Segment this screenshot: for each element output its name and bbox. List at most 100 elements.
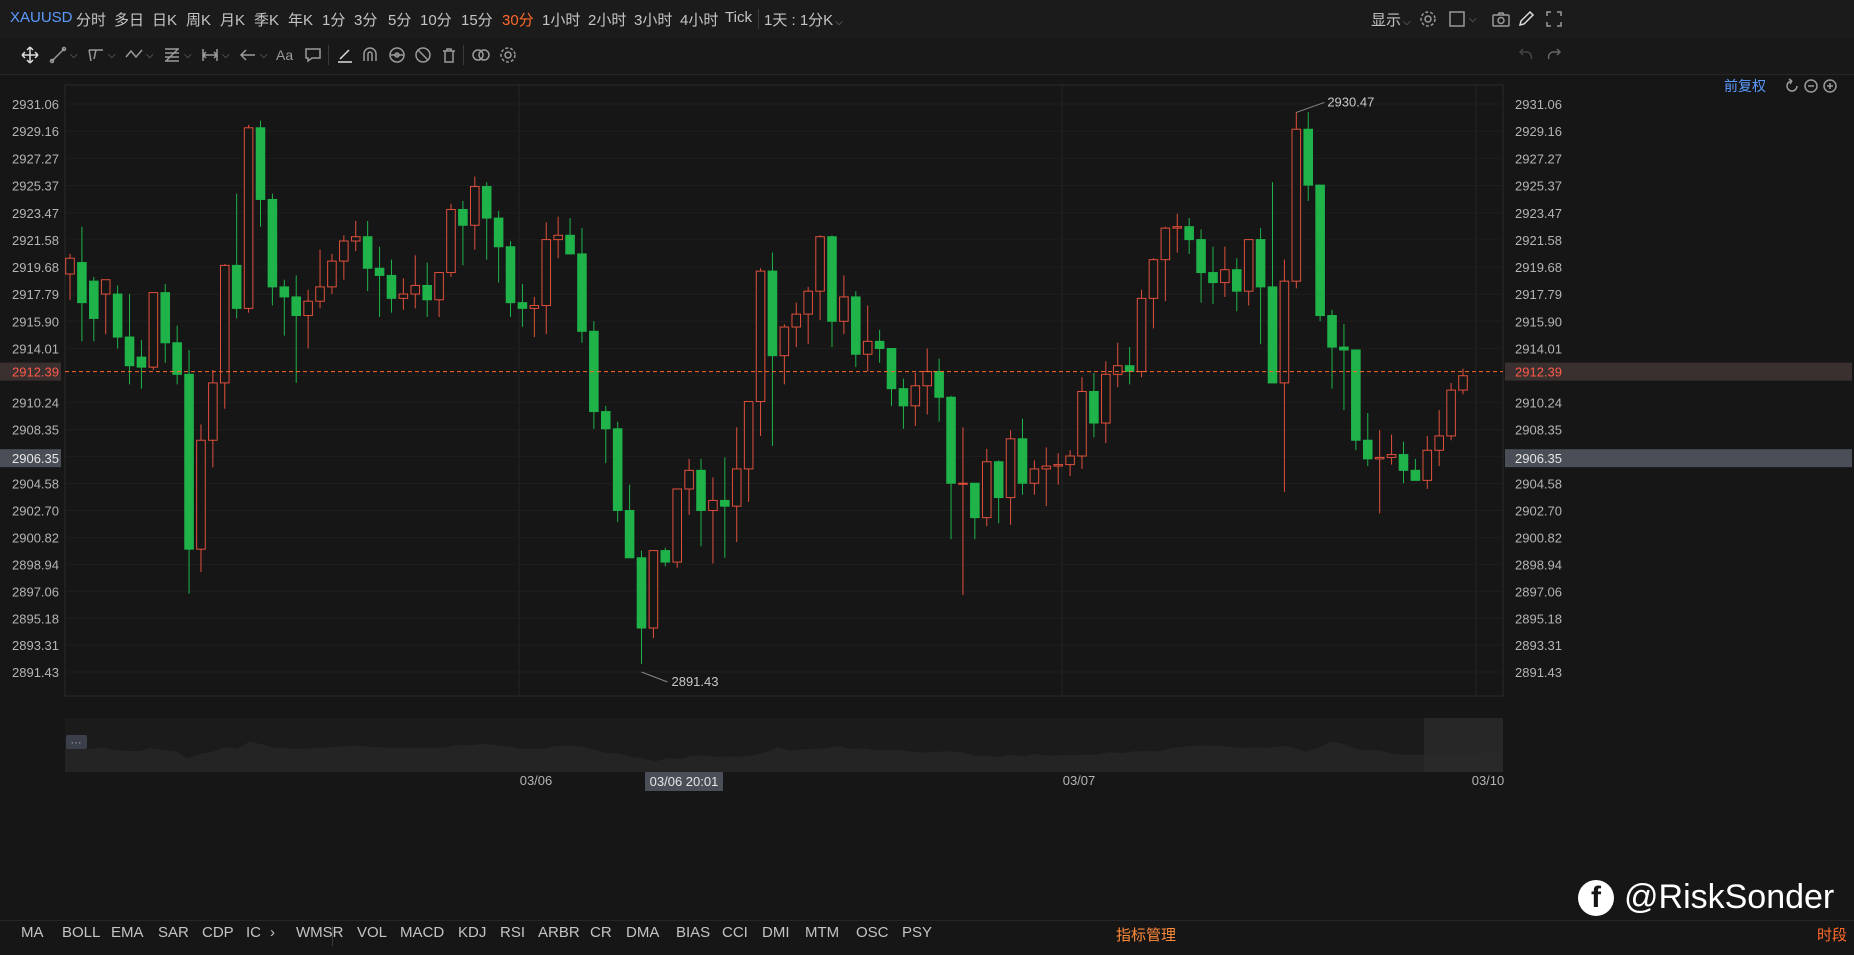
candle[interactable] bbox=[446, 203, 456, 277]
indicator-tab[interactable]: VOL bbox=[357, 924, 387, 941]
candle-body bbox=[886, 348, 897, 390]
fullscreen-icon[interactable] bbox=[1544, 6, 1564, 32]
pen-icon[interactable] bbox=[335, 42, 355, 68]
display-dropdown[interactable]: 显示 ⌵ bbox=[1371, 9, 1411, 30]
fib-icon[interactable]: ⌵ bbox=[162, 42, 192, 68]
timeframe-tab[interactable]: 15分 bbox=[461, 9, 493, 30]
timeframe-tab[interactable]: 4小时 bbox=[680, 9, 718, 30]
candle-body bbox=[672, 488, 682, 563]
candle[interactable] bbox=[1291, 112, 1302, 289]
settings-icon[interactable] bbox=[498, 42, 518, 68]
indicator-tab[interactable]: MTM bbox=[805, 924, 839, 941]
divider bbox=[328, 45, 329, 65]
indicator-tab[interactable]: MA bbox=[21, 924, 44, 941]
candle[interactable] bbox=[648, 550, 659, 639]
timeframe-tab[interactable]: 2小时 bbox=[588, 9, 626, 30]
trash-icon[interactable] bbox=[439, 42, 459, 68]
candle[interactable] bbox=[1446, 382, 1456, 441]
undo-icon[interactable] bbox=[1516, 42, 1536, 68]
indicator-tab[interactable]: WMSR bbox=[296, 924, 344, 941]
indicator-manage-button[interactable]: 指标管理 bbox=[1116, 924, 1176, 945]
timeframe-tab[interactable]: 3小时 bbox=[634, 9, 672, 30]
timeframe-tab[interactable]: 1分 bbox=[322, 9, 345, 30]
candlestick-chart[interactable]: 2931.06 2931.06 2929.16 2929.16 2927.27 2927.… bbox=[0, 74, 1854, 920]
candle-body bbox=[1410, 469, 1421, 481]
divider bbox=[332, 926, 333, 946]
indicator-tab[interactable]: MACD bbox=[400, 924, 444, 941]
timeframe-tab[interactable]: 年K bbox=[288, 9, 313, 30]
indicator-tab[interactable]: RSI bbox=[500, 924, 525, 941]
magnet-icon[interactable] bbox=[360, 42, 380, 68]
candle-body bbox=[89, 280, 99, 319]
candle[interactable] bbox=[243, 124, 254, 313]
move-icon[interactable] bbox=[20, 42, 40, 68]
layout-icon[interactable]: ⌵ bbox=[1447, 6, 1477, 32]
candle-body bbox=[505, 246, 516, 304]
measure-icon[interactable]: ⌵ bbox=[200, 42, 230, 68]
timeframe-tab[interactable]: 分时 bbox=[76, 9, 106, 30]
redo-icon[interactable] bbox=[1544, 42, 1564, 68]
link-icon[interactable] bbox=[470, 42, 492, 68]
indicator-tab[interactable]: PSY bbox=[902, 924, 932, 941]
timeframe-tab[interactable]: 10分 bbox=[420, 9, 452, 30]
line-icon[interactable]: ⌵ bbox=[48, 42, 78, 68]
timeframe-tab[interactable]: 30分 bbox=[502, 9, 534, 30]
navigator-window[interactable] bbox=[1424, 718, 1503, 772]
y-tick-label-left: 2923.47 bbox=[12, 206, 59, 221]
kline-combo-select[interactable]: 1天 : 1分K ⌵ bbox=[764, 9, 843, 30]
candle-body bbox=[803, 290, 813, 315]
candle-body bbox=[1101, 373, 1111, 424]
indicator-tab[interactable]: SAR bbox=[158, 924, 189, 941]
symbol-label[interactable]: XAUUSD bbox=[10, 9, 73, 26]
channel-icon[interactable]: ⌵ bbox=[86, 42, 116, 68]
hide-icon[interactable] bbox=[413, 42, 433, 68]
indicator-tab[interactable]: CCI bbox=[722, 924, 748, 941]
candle[interactable] bbox=[148, 292, 159, 371]
pencil-icon[interactable] bbox=[1516, 6, 1536, 32]
y-tick-label-left: 2927.27 bbox=[12, 151, 59, 166]
indicator-tab[interactable]: BOLL bbox=[62, 924, 100, 941]
y-tick-label-right: 2902.70 bbox=[1515, 503, 1562, 518]
arrow-left-icon[interactable]: ⌵ bbox=[238, 42, 268, 68]
camera-icon[interactable] bbox=[1491, 6, 1511, 32]
timeframe-tab[interactable]: 3分 bbox=[354, 9, 377, 30]
candle[interactable] bbox=[672, 488, 682, 568]
indicator-tab[interactable]: DMI bbox=[762, 924, 790, 941]
timeframe-tab[interactable]: 多日 bbox=[114, 9, 144, 30]
timeframe-tab[interactable]: 季K bbox=[254, 9, 279, 30]
candle-body bbox=[1077, 391, 1087, 457]
timeframe-tab[interactable]: 月K bbox=[220, 9, 245, 30]
candle[interactable] bbox=[1315, 184, 1325, 322]
indicator-tab[interactable]: DMA bbox=[626, 924, 659, 941]
gear-icon[interactable] bbox=[1418, 6, 1438, 32]
indicator-tab[interactable]: EMA bbox=[111, 924, 144, 941]
y-tick-label-right: 2908.35 bbox=[1515, 422, 1562, 437]
zigzag-icon[interactable]: ⌵ bbox=[124, 42, 154, 68]
comment-icon[interactable] bbox=[303, 42, 323, 68]
timeframe-tab[interactable]: 日K bbox=[152, 9, 177, 30]
timeframe-tab[interactable]: Tick bbox=[725, 9, 752, 26]
timeframe-tab[interactable]: 1小时 bbox=[542, 9, 580, 30]
candle-body bbox=[946, 396, 956, 484]
candle-body bbox=[720, 499, 730, 507]
indicator-tab[interactable]: OSC bbox=[856, 924, 889, 941]
y-tick-label-right: 2893.31 bbox=[1515, 638, 1562, 653]
y-tick-label-left: 2929.16 bbox=[12, 124, 59, 139]
y-tick-label-right: 2900.82 bbox=[1515, 530, 1562, 545]
candle-body bbox=[779, 326, 790, 357]
timeframe-tab[interactable]: 周K bbox=[186, 9, 211, 30]
candle[interactable] bbox=[612, 421, 623, 522]
indicator-tab[interactable]: KDJ bbox=[458, 924, 486, 941]
text-icon[interactable]: Aa bbox=[276, 42, 293, 68]
indicator-tab[interactable]: IC bbox=[246, 924, 261, 941]
indicator-more-arrow[interactable]: › bbox=[270, 924, 275, 941]
eye-icon[interactable] bbox=[387, 42, 407, 68]
indicator-tab[interactable]: CR bbox=[590, 924, 612, 941]
indicator-tab[interactable]: CDP bbox=[202, 924, 234, 941]
segment-button[interactable]: 时段 bbox=[1817, 924, 1847, 945]
indicator-tab[interactable]: ARBR bbox=[538, 924, 580, 941]
candle[interactable] bbox=[1351, 349, 1361, 451]
candle[interactable] bbox=[1136, 289, 1147, 378]
indicator-tab[interactable]: BIAS bbox=[676, 924, 710, 941]
timeframe-tab[interactable]: 5分 bbox=[388, 9, 411, 30]
